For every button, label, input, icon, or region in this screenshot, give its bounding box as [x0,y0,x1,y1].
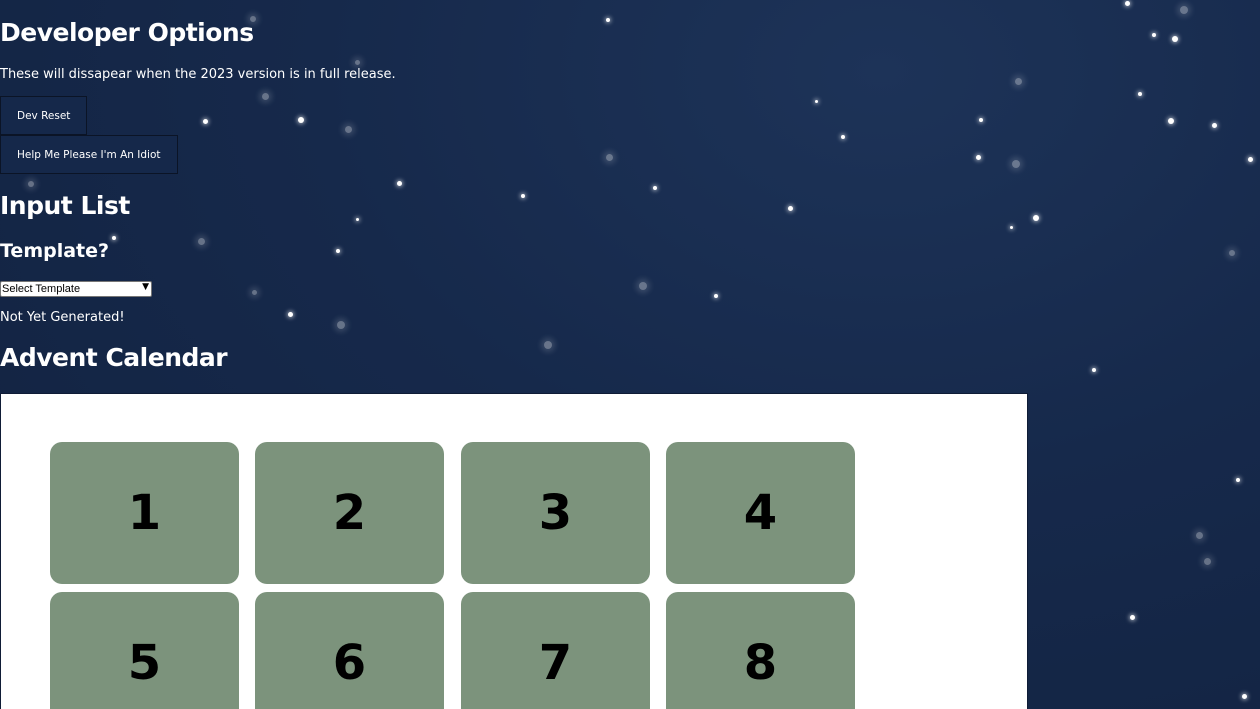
template-select-wrapper: Select Template ▼ [0,281,152,297]
dev-reset-button[interactable]: Dev Reset [0,96,88,135]
calendar-door-3[interactable]: 3 [461,442,650,584]
calendar-door-1[interactable]: 1 [50,442,239,584]
developer-options-note: These will dissapear when the 2023 versi… [0,67,396,82]
calendar-door-6[interactable]: 6 [255,592,444,709]
calendar-door-4[interactable]: 4 [666,442,855,584]
template-heading: Template? [0,240,110,262]
template-select[interactable]: Select Template [0,281,152,297]
calendar-door-2[interactable]: 2 [255,442,444,584]
developer-options-heading: Developer Options [0,18,254,47]
generation-status: Not Yet Generated! [0,310,125,325]
help-button[interactable]: Help Me Please I'm An Idiot [0,135,178,174]
calendar-door-7[interactable]: 7 [461,592,650,709]
advent-calendar-grid: 1 2 3 4 5 6 7 8 [0,393,1028,709]
input-list-heading: Input List [0,191,130,220]
calendar-door-5[interactable]: 5 [50,592,239,709]
advent-calendar-heading: Advent Calendar [0,343,228,372]
calendar-door-8[interactable]: 8 [666,592,855,709]
